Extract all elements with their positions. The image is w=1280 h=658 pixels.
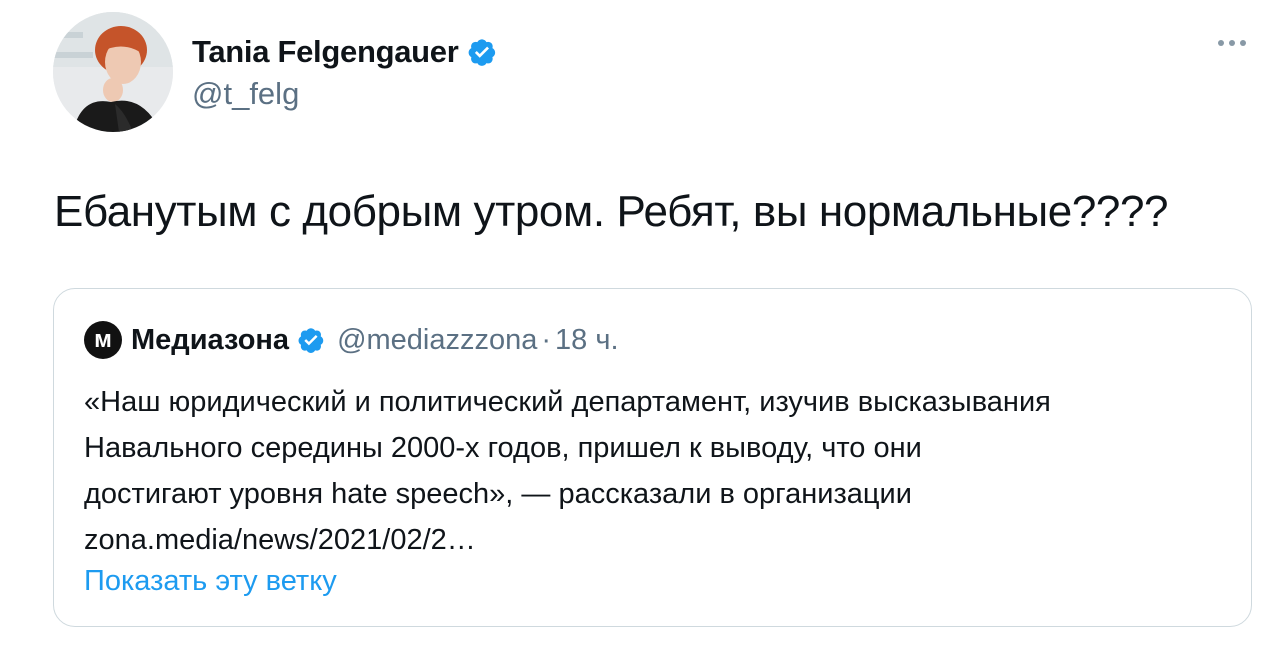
author-handle[interactable]: @t_felg (192, 76, 497, 112)
quoted-text-line: Навального середины 2000-х годов, пришел… (84, 432, 922, 464)
quoted-author-handle[interactable]: @mediazzzona (337, 324, 537, 357)
author-block: Tania Felgengauer @t_felg (192, 32, 497, 112)
quoted-tweet-header: м Медиазона @mediazzzona · 18 ч. (84, 321, 619, 359)
dot-icon (1240, 40, 1246, 46)
quoted-text-line: «Наш юридический и политический департам… (84, 386, 1051, 418)
show-thread-link[interactable]: Показать эту ветку (84, 565, 337, 598)
separator-dot: · (541, 323, 552, 356)
quoted-author-name[interactable]: Медиазона (131, 324, 289, 357)
mediazona-logo-icon: м (84, 321, 122, 359)
author-name[interactable]: Tania Felgengauer (192, 34, 459, 70)
verified-badge-icon (468, 39, 495, 66)
tweet-card: Tania Felgengauer @t_felg Ебанутым с доб… (0, 0, 1280, 658)
quoted-tweet-text: «Наш юридический и политический департам… (84, 379, 1234, 563)
dot-icon (1229, 40, 1235, 46)
verified-badge-icon (298, 328, 324, 353)
dot-icon (1218, 40, 1224, 46)
tweet-text: Ебанутым с добрым утром. Ребят, вы норма… (54, 187, 1169, 236)
quoted-tweet[interactable]: м Медиазона @mediazzzona · 18 ч. «Наш юр… (53, 288, 1252, 627)
avatar[interactable] (53, 12, 173, 132)
more-options-button[interactable] (1218, 40, 1246, 46)
quoted-text-line: достигают уровня hate speech», — рассказ… (84, 478, 912, 510)
quoted-link[interactable]: zona.media/news/2021/02/2… (84, 517, 1234, 563)
profile-photo-icon (53, 12, 173, 132)
quoted-timestamp[interactable]: 18 ч. (555, 324, 618, 357)
